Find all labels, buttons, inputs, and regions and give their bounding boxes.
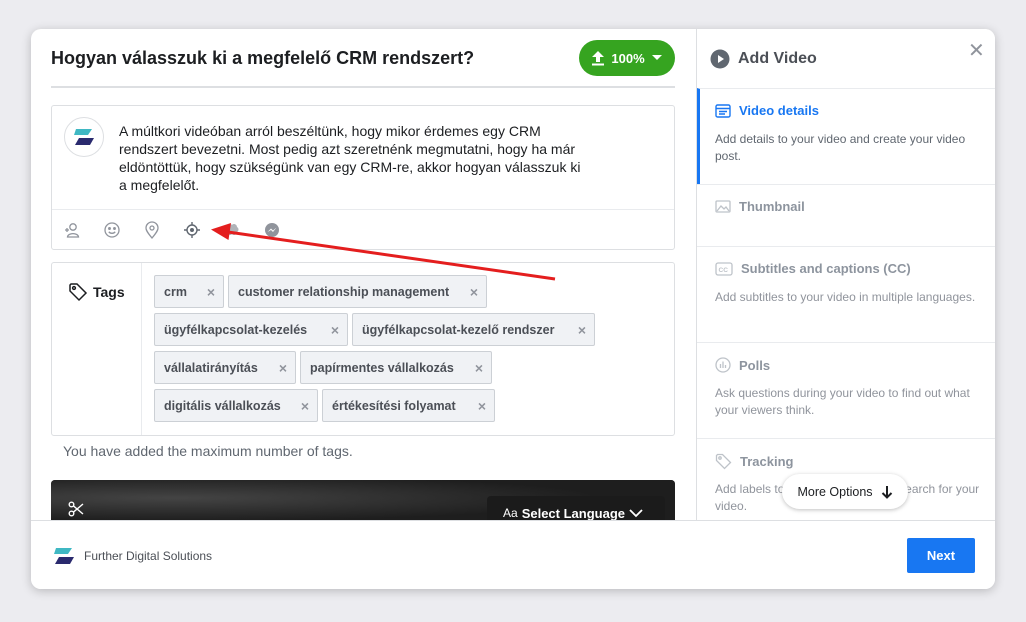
- closed-captions-icon: CC: [715, 261, 733, 276]
- step-description: Add subtitles to your video in multiple …: [715, 290, 976, 304]
- remove-tag-icon[interactable]: ×: [301, 398, 309, 414]
- page-logo-icon: [54, 548, 74, 564]
- remove-tag-icon[interactable]: ×: [279, 360, 287, 376]
- composer-toolbar: [52, 209, 674, 249]
- page-identity: Further Digital Solutions: [53, 547, 212, 565]
- tag-chip-label: vállalatirányítás: [164, 360, 258, 375]
- tag-chip[interactable]: ügyfélkapcsolat-kezelő rendszer ×: [352, 313, 595, 346]
- tag-chip-label: crm: [164, 284, 187, 299]
- tag-chip-label: ügyfélkapcsolat-kezelő rendszer: [362, 322, 555, 337]
- title-divider: [51, 86, 675, 88]
- close-icon[interactable]: ✕: [968, 41, 985, 61]
- select-language-label: Select Language: [521, 505, 625, 521]
- svg-text:CC: CC: [719, 267, 729, 274]
- step-title: Tracking: [740, 454, 794, 469]
- remove-tag-icon[interactable]: ×: [478, 398, 486, 414]
- dialog-footer: Further Digital Solutions Next: [31, 520, 995, 589]
- upload-progress-value: 100%: [611, 50, 645, 66]
- target-icon[interactable]: [182, 220, 202, 240]
- tag-chip-label: papírmentes vállalkozás: [310, 360, 454, 375]
- tag-chip[interactable]: ügyfélkapcsolat-kezelés ×: [154, 313, 348, 346]
- tag-icon: [715, 453, 732, 470]
- step-description: Add details to your video and create you…: [715, 132, 966, 163]
- next-button[interactable]: Next: [907, 538, 975, 573]
- post-description[interactable]: A múltkori videóban arról beszéltünk, ho…: [119, 122, 589, 194]
- post-composer[interactable]: A múltkori videóban arról beszéltünk, ho…: [51, 105, 675, 250]
- step-thumbnail[interactable]: Thumbnail: [697, 184, 995, 246]
- poll-icon: [715, 357, 731, 373]
- step-title: Polls: [739, 357, 771, 373]
- tag-chip-label: értékesítési folyamat: [332, 398, 456, 413]
- page-avatar: [64, 117, 104, 157]
- remove-tag-icon[interactable]: ×: [578, 322, 586, 338]
- post-title: Hogyan válasszuk ki a megfelelő CRM rend…: [51, 48, 475, 68]
- video-preview[interactable]: Aa Select Language: [51, 480, 675, 525]
- tags-header: Tags: [52, 263, 142, 435]
- more-options-label: More Options: [797, 484, 873, 499]
- tags-label: Tags: [93, 284, 125, 300]
- add-video-sidebar: Add Video ✕ Video details Add details to…: [696, 29, 995, 520]
- upload-progress-button[interactable]: 100%: [579, 40, 675, 76]
- chevron-down-icon: [651, 55, 662, 60]
- tag-chip[interactable]: customer relationship management ×: [228, 275, 487, 308]
- chevron-down-icon: [629, 508, 643, 517]
- tag-chip[interactable]: értékesítési folyamat ×: [322, 389, 495, 422]
- step-description: Ask questions during your video to find …: [715, 386, 970, 417]
- location-icon[interactable]: [142, 220, 162, 240]
- page-logo-icon: [74, 129, 94, 145]
- emoji-icon[interactable]: [102, 220, 122, 240]
- add-video-dialog: Hogyan válasszuk ki a megfelelő CRM rend…: [31, 29, 995, 589]
- remove-tag-icon[interactable]: ×: [470, 284, 478, 300]
- tag-chip[interactable]: vállalatirányítás ×: [154, 351, 296, 384]
- remove-tag-icon[interactable]: ×: [331, 322, 339, 338]
- video-details-icon: [715, 103, 731, 118]
- scissors-icon[interactable]: [67, 500, 85, 518]
- image-icon: [715, 200, 731, 213]
- step-subtitles[interactable]: CC Subtitles and captions (CC) Add subti…: [697, 246, 995, 342]
- tags-section: Tags crm × customer relationship manageme…: [51, 262, 675, 436]
- tag-chip-label: ügyfélkapcsolat-kezelés: [164, 322, 308, 337]
- tag-chip[interactable]: digitális vállalkozás ×: [154, 389, 318, 422]
- post-editor: Hogyan válasszuk ki a megfelelő CRM rend…: [31, 29, 696, 525]
- step-title: Thumbnail: [739, 199, 805, 214]
- remove-tag-icon[interactable]: ×: [475, 360, 483, 376]
- page-name: Further Digital Solutions: [84, 549, 213, 563]
- play-circle-icon: [710, 49, 730, 69]
- tag-icon: [69, 283, 88, 302]
- sponsor-icon[interactable]: [222, 220, 242, 240]
- tag-chip-label: digitális vállalkozás: [164, 398, 281, 413]
- arrow-down-icon: [881, 485, 892, 499]
- sidebar-title: Add Video: [738, 50, 817, 67]
- tag-chip-label: customer relationship management: [238, 284, 450, 299]
- messenger-icon[interactable]: [262, 220, 282, 240]
- tag-chip[interactable]: papírmentes vállalkozás ×: [300, 351, 492, 384]
- tag-people-icon[interactable]: [62, 220, 82, 240]
- more-options-button[interactable]: More Options: [782, 474, 908, 509]
- step-title: Video details: [739, 103, 819, 118]
- tag-chip[interactable]: crm ×: [154, 275, 224, 308]
- step-video-details[interactable]: Video details Add details to your video …: [697, 88, 995, 184]
- step-polls[interactable]: Polls Ask questions during your video to…: [697, 342, 995, 438]
- tag-limit-message: You have added the maximum number of tag…: [63, 443, 353, 459]
- upload-arrow-icon: [592, 51, 605, 66]
- language-icon: Aa: [503, 506, 518, 520]
- step-title: Subtitles and captions (CC): [741, 261, 911, 276]
- remove-tag-icon[interactable]: ×: [207, 284, 215, 300]
